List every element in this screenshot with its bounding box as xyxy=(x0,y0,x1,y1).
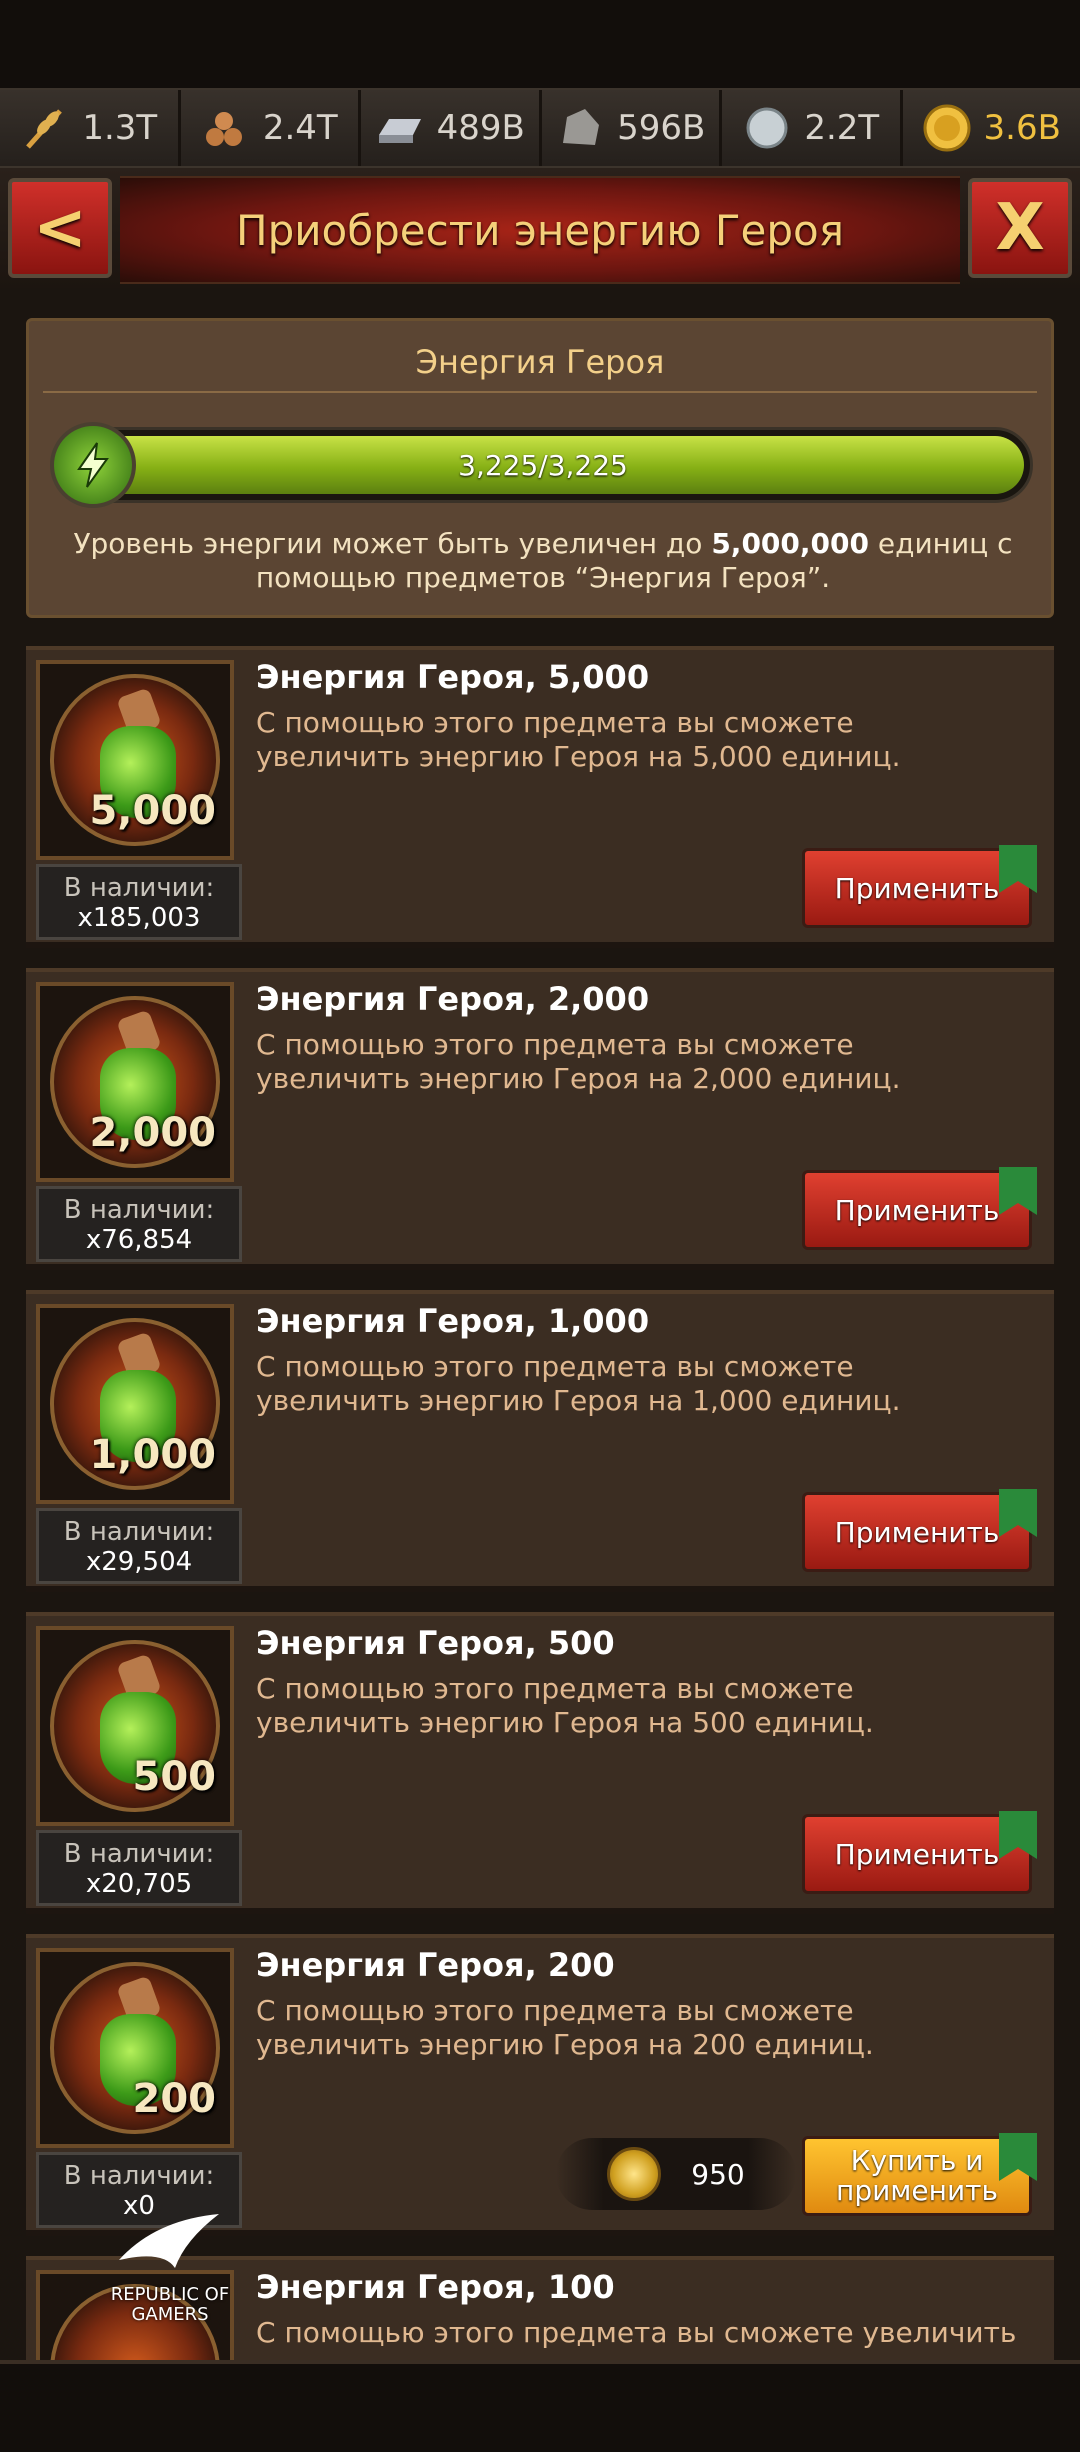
watermark-line1: REPUBLIC OF xyxy=(70,2285,270,2305)
energy-note-part1: Уровень энергии может быть увеличен до xyxy=(73,527,711,560)
rog-watermark: REPUBLIC OF GAMERS xyxy=(70,2210,270,2360)
stock-label: В наличии: xyxy=(39,873,239,903)
item-name: Энергия Героя, 100 xyxy=(256,2268,615,2306)
energy-note: Уровень энергии может быть увеличен до 5… xyxy=(49,527,1037,595)
resource-gold-value: 3.6B xyxy=(984,108,1061,148)
item-icon-frame: 200 xyxy=(36,1948,234,2148)
header-banner: Приобрести энергию Героя xyxy=(120,176,960,284)
iron-icon xyxy=(375,103,425,153)
wheat-icon xyxy=(20,103,70,153)
rog-logo-icon xyxy=(115,2210,225,2280)
gold-coin-icon xyxy=(607,2147,661,2201)
item-amount: 1,000 xyxy=(89,1432,216,1478)
item-description: С помощью этого предмета вы сможете увел… xyxy=(256,1028,1016,1096)
resource-iron[interactable]: 489B xyxy=(361,90,542,166)
resource-iron-value: 489B xyxy=(437,108,525,148)
ribbon-flag-icon xyxy=(999,1489,1037,1537)
item-name: Энергия Героя, 1,000 xyxy=(256,1302,649,1340)
item-icon-frame: 500 xyxy=(36,1626,234,1826)
back-button[interactable]: < xyxy=(8,178,112,278)
wood-icon xyxy=(201,103,251,153)
apply-button-label: Применить xyxy=(835,1838,1000,1871)
stock-count: x20,705 xyxy=(39,1869,239,1899)
list-item: 1,000 В наличии: x29,504 Энергия Героя, … xyxy=(26,1290,1054,1592)
stock-label: В наличии: xyxy=(39,1839,239,1869)
status-bar-area xyxy=(0,0,1080,88)
item-description: С помощью этого предмета вы сможете увел… xyxy=(256,1994,1016,2062)
price-tag: 950 xyxy=(556,2138,796,2210)
energy-panel-title: Энергия Героя xyxy=(43,333,1037,393)
resource-gold[interactable]: 3.6B xyxy=(903,90,1080,166)
stock-count: x76,854 xyxy=(39,1225,239,1255)
resource-wood[interactable]: 2.4T xyxy=(181,90,362,166)
buy-button-label: Купить и применить xyxy=(805,2146,1029,2206)
bottom-bar xyxy=(0,2360,1080,2452)
list-item: 200 В наличии: x0 Энергия Героя, 200 С п… xyxy=(26,1934,1054,2236)
item-description: С помощью этого предмета вы сможете увел… xyxy=(256,2316,1016,2356)
list-item: 5,000 В наличии: x185,003 Энергия Героя,… xyxy=(26,646,1054,948)
resource-wood-value: 2.4T xyxy=(263,108,338,148)
close-button[interactable]: X xyxy=(968,178,1072,278)
buy-and-apply-button[interactable]: Купить и применить xyxy=(802,2136,1032,2216)
gold-icon xyxy=(922,103,972,153)
ribbon-flag-icon xyxy=(999,1167,1037,1215)
apply-button[interactable]: Применить xyxy=(802,1814,1032,1894)
stock-count: x185,003 xyxy=(39,903,239,933)
stock-label: В наличии: xyxy=(39,1517,239,1547)
list-item: 500 В наличии: x20,705 Энергия Героя, 50… xyxy=(26,1612,1054,1914)
stock-label: В наличии: xyxy=(39,2161,239,2191)
resource-stone[interactable]: 596B xyxy=(542,90,723,166)
silver-icon xyxy=(742,103,792,153)
stock-label: В наличии: xyxy=(39,1195,239,1225)
energy-progress-bar: 3,225/3,225 xyxy=(53,427,1033,503)
item-amount: 5,000 xyxy=(89,788,216,834)
resource-wheat[interactable]: 1.3T xyxy=(0,90,181,166)
resource-silver-value: 2.2T xyxy=(804,108,879,148)
item-name: Энергия Героя, 500 xyxy=(256,1624,615,1662)
close-icon: X xyxy=(995,191,1044,265)
item-amount: 200 xyxy=(133,2076,217,2122)
item-description: С помощью этого предмета вы сможете увел… xyxy=(256,706,1016,774)
item-stock: В наличии: x76,854 xyxy=(36,1186,242,1262)
page-title: Приобрести энергию Героя xyxy=(236,206,844,255)
item-stock: В наличии: x29,504 xyxy=(36,1508,242,1584)
apply-button-label: Применить xyxy=(835,872,1000,905)
item-name: Энергия Героя, 200 xyxy=(256,1946,615,1984)
item-icon-frame: 2,000 xyxy=(36,982,234,1182)
ribbon-flag-icon xyxy=(999,1811,1037,1859)
apply-button[interactable]: Применить xyxy=(802,1170,1032,1250)
item-description: С помощью этого предмета вы сможете увел… xyxy=(256,1350,1016,1418)
item-amount: 500 xyxy=(133,1754,217,1800)
item-description: С помощью этого предмета вы сможете увел… xyxy=(256,1672,1016,1740)
watermark-line2: GAMERS xyxy=(70,2305,270,2325)
item-stock: В наличии: x185,003 xyxy=(36,864,242,940)
energy-progress-text: 3,225/3,225 xyxy=(56,430,1030,500)
apply-button[interactable]: Применить xyxy=(802,1492,1032,1572)
energy-panel: Энергия Героя 3,225/3,225 Уровень энерги… xyxy=(26,318,1054,618)
price-value: 950 xyxy=(691,2158,744,2191)
resource-wheat-value: 1.3T xyxy=(82,108,157,148)
resource-bar: 1.3T 2.4T 489B 596B 2.2T 3.6B xyxy=(0,88,1080,168)
list-item: 2,000 В наличии: x76,854 Энергия Героя, … xyxy=(26,968,1054,1270)
energy-note-max: 5,000,000 xyxy=(711,527,869,560)
resource-stone-value: 596B xyxy=(617,108,705,148)
item-icon-frame: 5,000 xyxy=(36,660,234,860)
item-icon-frame: 1,000 xyxy=(36,1304,234,1504)
item-name: Энергия Героя, 5,000 xyxy=(256,658,649,696)
apply-button-label: Применить xyxy=(835,1516,1000,1549)
item-amount: 2,000 xyxy=(89,1110,216,1156)
stone-icon xyxy=(555,103,605,153)
resource-silver[interactable]: 2.2T xyxy=(722,90,903,166)
item-stock: В наличии: x20,705 xyxy=(36,1830,242,1906)
lightning-icon xyxy=(50,422,136,508)
apply-button[interactable]: Применить xyxy=(802,848,1032,928)
apply-button-label: Применить xyxy=(835,1194,1000,1227)
ribbon-flag-icon xyxy=(999,845,1037,893)
stock-count: x29,504 xyxy=(39,1547,239,1577)
back-arrow-icon: < xyxy=(33,191,87,265)
item-name: Энергия Героя, 2,000 xyxy=(256,980,649,1018)
header: < Приобрести энергию Героя X xyxy=(0,168,1080,288)
